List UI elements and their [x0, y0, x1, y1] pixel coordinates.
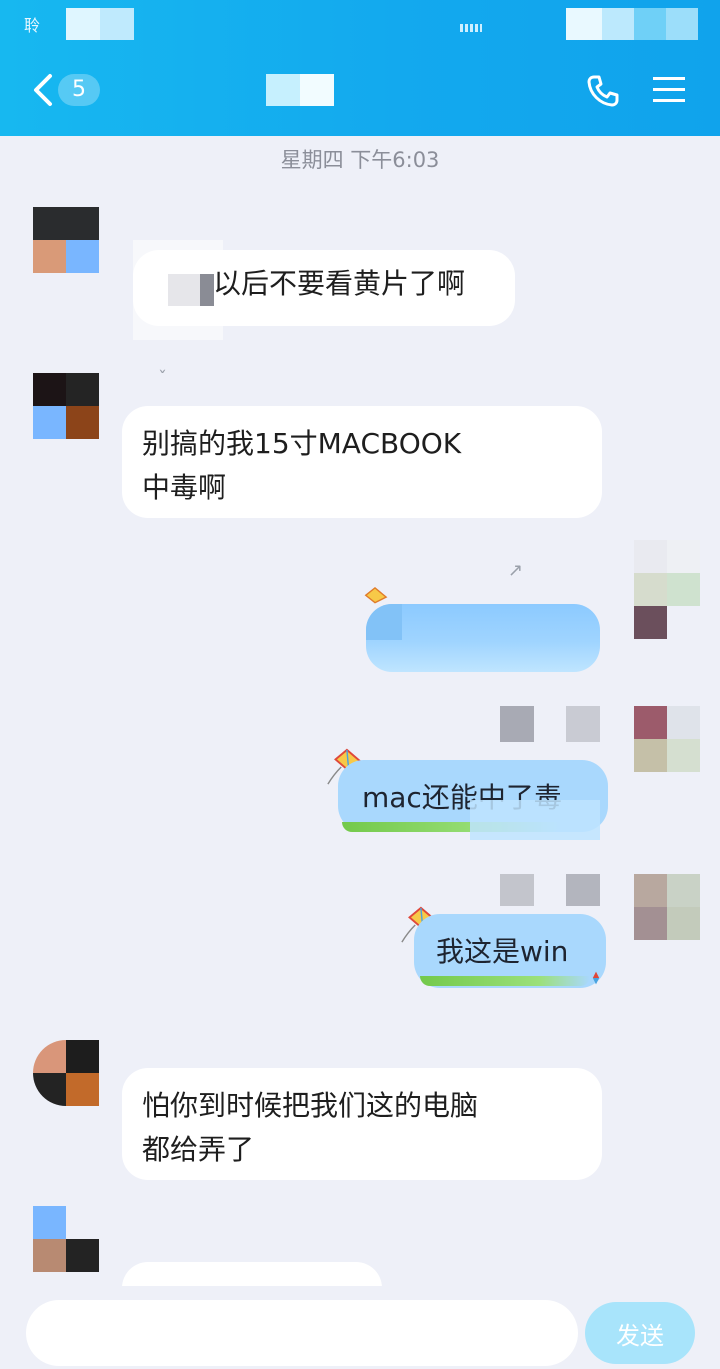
signal-icon	[460, 24, 482, 32]
avatar[interactable]	[634, 874, 700, 940]
sender-name-fragment: ↗	[508, 560, 524, 581]
title-bar: 聆 5	[0, 0, 720, 136]
status-bar-blurred-text	[66, 8, 134, 40]
avatar[interactable]	[33, 207, 99, 273]
message-input[interactable]	[26, 1300, 578, 1366]
message-text-line: 怕你到时候把我们这的电脑	[142, 1089, 479, 1122]
chat-timestamp: 星期四 下午6:03	[280, 148, 440, 172]
contact-name-blurred	[266, 74, 334, 106]
message-bubble[interactable]: 别搞的我15寸MACBOOK 中毒啊	[122, 406, 602, 518]
message-bubble[interactable]: 怕你到时候把我们这的电脑 都给弄了	[122, 1068, 602, 1180]
message-text-line: 都给弄了	[142, 1133, 255, 1166]
message-text-line: 别搞的我15寸MACBOOK	[142, 427, 462, 460]
bubble-blur-patch	[470, 800, 600, 840]
unread-count-badge[interactable]: 5	[58, 74, 100, 106]
sender-name-blurred	[500, 874, 600, 906]
avatar[interactable]	[33, 1206, 99, 1272]
sender-name-fragment: ˇ	[158, 368, 167, 389]
avatar[interactable]	[634, 706, 700, 772]
send-button[interactable]: 发送	[585, 1302, 695, 1364]
avatar-corner	[634, 606, 667, 639]
avatar[interactable]	[634, 540, 700, 606]
avatar[interactable]	[33, 1040, 99, 1106]
redacted-word	[168, 274, 214, 306]
hamburger-menu-icon[interactable]	[652, 74, 686, 106]
bubble-grass-decoration	[420, 976, 590, 986]
message-text: 以后不要看黄片了啊	[213, 267, 466, 300]
message-text: 我这是win	[436, 935, 569, 968]
pinwheel-icon	[592, 971, 600, 985]
status-bar-blurred-indicators	[566, 8, 698, 40]
status-bar-text: 聆	[24, 16, 41, 35]
avatar[interactable]	[33, 373, 99, 439]
phone-icon[interactable]	[586, 74, 620, 108]
message-text-line: 中毒啊	[142, 471, 227, 504]
sender-name-blurred	[500, 706, 600, 742]
